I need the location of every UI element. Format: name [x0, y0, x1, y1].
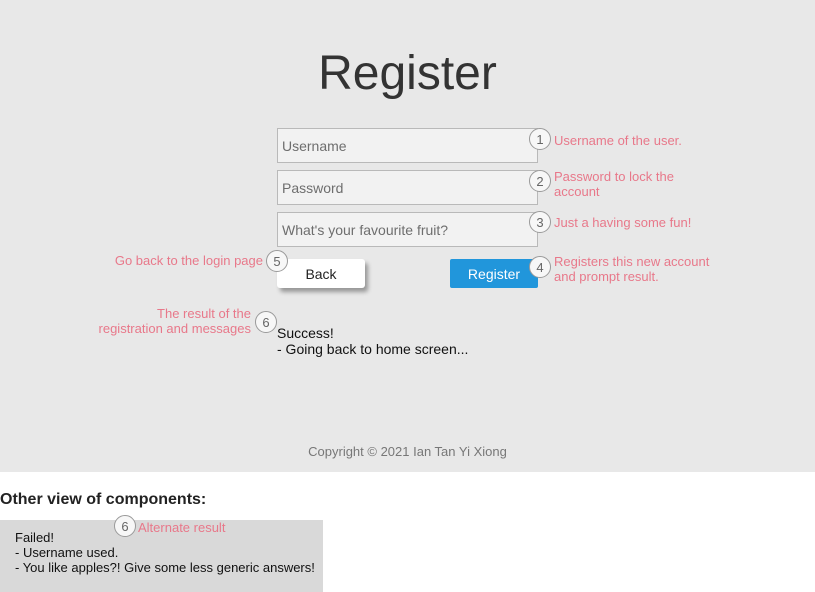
annotation-note-1: Username of the user. [554, 133, 682, 148]
annotation-badge-6-alt: 6 [114, 515, 136, 537]
username-input[interactable] [277, 128, 538, 163]
annotation-note-line: account [554, 184, 600, 199]
result-line: Success! [277, 325, 334, 341]
annotation-note-2: Password to lock the account [554, 169, 674, 199]
password-input[interactable] [277, 170, 538, 205]
page-title: Register [318, 47, 497, 100]
alternate-result-line: - You like apples?! Give some less gener… [15, 560, 315, 575]
alternate-result: Failed! - Username used. - You like appl… [15, 530, 315, 575]
register-button[interactable]: Register [450, 259, 538, 288]
annotation-note-4: Registers this new account and prompt re… [554, 254, 709, 284]
registration-result: Success! - Going back to home screen... [277, 325, 468, 357]
annotation-badge-6: 6 [255, 311, 277, 333]
favourite-fruit-input[interactable] [277, 212, 538, 247]
result-line: - Going back to home screen... [277, 341, 469, 357]
annotation-note-line: registration and messages [98, 321, 251, 336]
annotation-badge-3: 3 [529, 211, 551, 233]
annotation-badge-1: 1 [529, 128, 551, 150]
back-button[interactable]: Back [277, 259, 365, 288]
annotation-badge-2: 2 [529, 170, 551, 192]
other-view-heading: Other view of components: [0, 491, 207, 508]
alternate-result-line: - Username used. [15, 545, 119, 560]
copyright-footer: Copyright © 2021 Ian Tan Yi Xiong [308, 444, 507, 459]
annotation-note-line: Registers this new account [554, 254, 710, 269]
annotation-note-6: The result of the registration and messa… [60, 306, 251, 336]
annotation-note-line: and prompt result. [554, 269, 659, 284]
annotation-badge-5: 5 [266, 250, 288, 272]
annotation-note-3: Just a having some fun! [554, 215, 692, 230]
annotation-note-5: Go back to the login page [114, 253, 263, 268]
annotation-note-6-alt: Alternate result [138, 520, 226, 535]
annotation-badge-4: 4 [529, 256, 551, 278]
annotation-note-line: The result of the [157, 306, 251, 321]
annotation-note-line: Password to lock the [554, 169, 674, 184]
